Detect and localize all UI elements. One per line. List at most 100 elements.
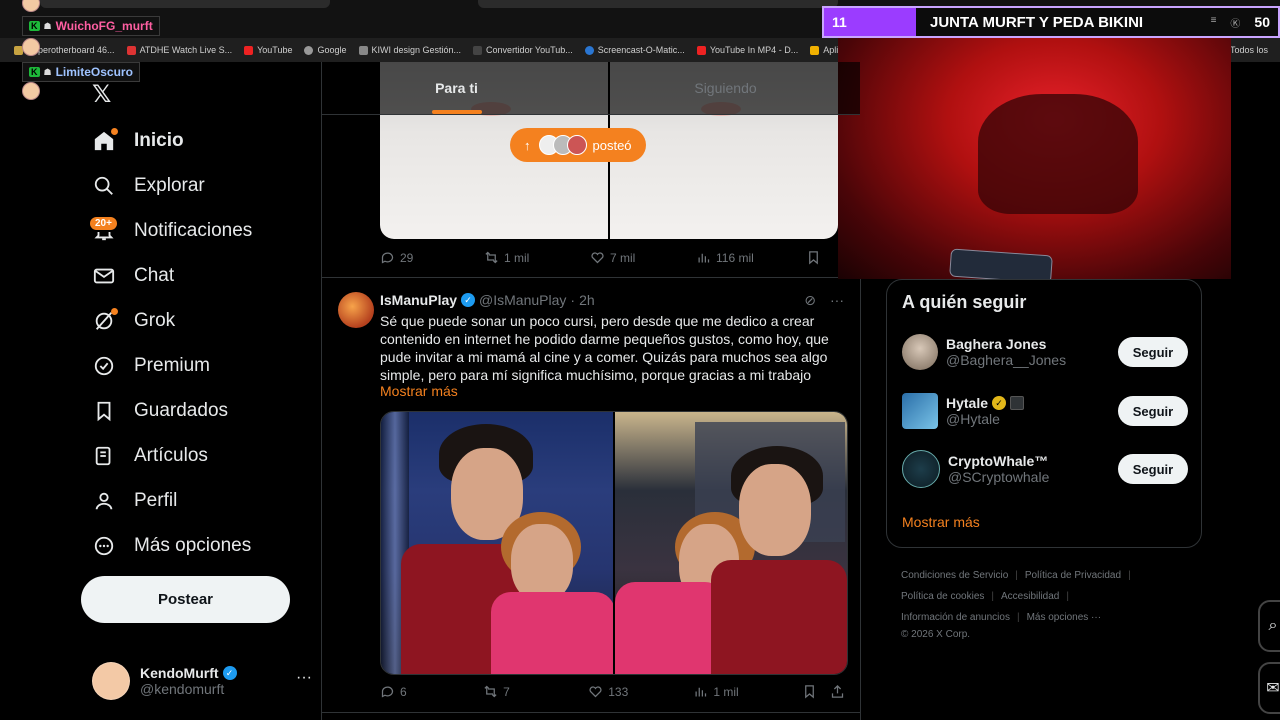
suggested-account[interactable]: Hytale ✓ @Hytale Seguir [902, 391, 1188, 431]
suggested-account[interactable]: CryptoWhale™ @SCryptowhale Seguir [902, 449, 1188, 489]
sidebar-nav: Inicio Explorar 20+ Notificaciones Chat … [88, 118, 332, 568]
post-button[interactable]: Postear [81, 576, 290, 623]
grok-icon[interactable]: ⊘ [804, 292, 816, 309]
nav-item-inicio[interactable]: Inicio [92, 118, 332, 163]
kick-badge-icon: K [29, 21, 40, 31]
nav-label: Artículos [134, 444, 208, 466]
retweet-button[interactable]: 1 mil [484, 250, 590, 265]
tweet-author-name[interactable]: IsManuPlay [380, 292, 457, 308]
bookmark-button[interactable] [806, 250, 834, 265]
views-button[interactable]: 116 mil [696, 250, 806, 265]
x-logo-icon[interactable]: 𝕏 [92, 80, 111, 109]
footer-link[interactable]: Política de Privacidad [1025, 570, 1121, 581]
bookmark[interactable]: Google [304, 45, 347, 55]
profile-k-icon: Ⓚ [1230, 18, 1241, 30]
tweet-avatar[interactable] [338, 292, 374, 328]
footer-link[interactable]: Política de cookies [901, 591, 984, 602]
suggested-account[interactable]: Baghera Jones @Baghera__Jones Seguir [902, 332, 1188, 372]
reply-button[interactable]: 6 [380, 684, 483, 699]
nav-label: Chat [134, 264, 175, 286]
bookmark[interactable]: Convertidor YouTub... [473, 45, 573, 55]
nav-item-perfil[interactable]: Perfil [92, 478, 332, 523]
more-icon[interactable]: ··· [296, 669, 312, 687]
share-icon [832, 684, 844, 698]
tab-para-ti[interactable]: Para ti [322, 62, 591, 114]
share-button[interactable] [830, 684, 850, 699]
bookmark[interactable]: YouTube [244, 45, 292, 55]
reply-icon [381, 686, 394, 698]
follow-button[interactable]: Seguir [1118, 454, 1188, 484]
tweet-media[interactable] [380, 411, 848, 675]
messages-float-button[interactable]: ✉ [1258, 662, 1280, 714]
reply-count: 29 [400, 250, 414, 265]
account-handle: @kendomurft [140, 681, 225, 697]
nav-item-guardados[interactable]: Guardados [92, 388, 332, 433]
bookmark-label: Todos los [1229, 45, 1268, 55]
mail-icon: ✉ [1266, 680, 1280, 697]
nav-item-explorar[interactable]: Explorar [92, 163, 332, 208]
chat-message: K ☗ LimiteOscuro [22, 62, 140, 82]
views-button[interactable]: 1 mil [693, 684, 802, 699]
nav-item-articulos[interactable]: Artículos [92, 433, 332, 478]
unread-dot [111, 307, 118, 315]
bookmark[interactable]: ATDHE Watch Live S... [126, 45, 232, 55]
follow-button[interactable]: Seguir [1118, 337, 1188, 367]
separator: · [570, 292, 576, 308]
feed-tabs: Para ti Siguiendo [322, 62, 860, 115]
divider [322, 712, 860, 713]
footer-link[interactable]: Condiciones de Servicio [901, 570, 1008, 581]
account-name: Baghera Jones [946, 336, 1047, 352]
tweet-actions: 29 1 mil 7 mil 116 mil [380, 250, 850, 265]
reply-count: 6 [400, 684, 407, 699]
bookmark-icon [805, 685, 815, 699]
chat-username: LimiteOscuro [55, 65, 133, 79]
browser-tab[interactable] [478, 0, 838, 8]
bookmark[interactable]: YouTube In MP4 - D... [696, 45, 798, 55]
nav-item-grok[interactable]: Grok [92, 298, 332, 343]
grok-icon: ⌕ [1268, 617, 1278, 634]
bookmark-label: KIWI design Gestión... [371, 45, 462, 55]
nav-item-mas-opciones[interactable]: Más opciones [92, 523, 332, 568]
like-button[interactable]: 133 [588, 684, 693, 699]
grok-float-button[interactable]: ⌕ [1258, 600, 1280, 652]
nav-item-notificaciones[interactable]: 20+ Notificaciones [88, 208, 332, 253]
show-more-link[interactable]: Mostrar más [902, 514, 980, 530]
account-handle: @Baghera__Jones [946, 352, 1067, 368]
home-icon [92, 127, 118, 153]
like-button[interactable]: 7 mil [590, 250, 696, 265]
nav-item-premium[interactable]: Premium [92, 343, 332, 388]
gold-verified-icon: ✓ [992, 396, 1007, 410]
follow-button[interactable]: Seguir [1118, 396, 1188, 426]
youtube-icon [244, 45, 254, 55]
browser-tab[interactable] [40, 0, 330, 8]
new-posts-pill[interactable]: ↑ posteó [510, 128, 646, 162]
account-handle: @Hytale [946, 411, 1000, 427]
footer-link[interactable]: Accesibilidad [1001, 591, 1059, 602]
article-icon [92, 444, 116, 468]
affiliate-badge-icon [1010, 396, 1025, 410]
tweet-author-handle[interactable]: @IsManuPlay [479, 292, 566, 308]
nav-item-chat[interactable]: Chat [92, 253, 332, 298]
bookmark[interactable]: KIWI design Gestión... [358, 45, 462, 55]
bookmark-button[interactable] [802, 684, 830, 699]
retweet-button[interactable]: 7 [483, 684, 588, 699]
more-icon[interactable]: ··· [830, 292, 844, 309]
nav-label: Notificaciones [134, 219, 253, 241]
heart-icon [589, 686, 602, 698]
footer-link[interactable]: Información de anuncios [901, 612, 1010, 623]
like-count: 133 [608, 684, 629, 699]
bookmark[interactable]: Screencast-O-Matic... [584, 45, 685, 55]
views-count: 116 mil [716, 250, 754, 265]
footer-link[interactable]: Más opciones ··· [1027, 612, 1101, 623]
tab-siguiendo[interactable]: Siguiendo [591, 62, 860, 114]
account-switcher[interactable]: KendoMurft ✓ @kendomurft ··· [92, 661, 312, 701]
kick-badge-icon: K [29, 67, 40, 77]
bookmark-favicon-icon [358, 45, 368, 55]
show-more-link[interactable]: Mostrar más [380, 383, 458, 399]
reply-button[interactable]: 29 [380, 250, 484, 265]
apps-icon [810, 45, 820, 55]
reply-icon [381, 252, 394, 264]
tweet-header: IsManuPlay ✓ @IsManuPlay · 2h [380, 292, 595, 308]
media-image [615, 412, 847, 674]
tweet-timestamp[interactable]: 2h [579, 292, 595, 308]
